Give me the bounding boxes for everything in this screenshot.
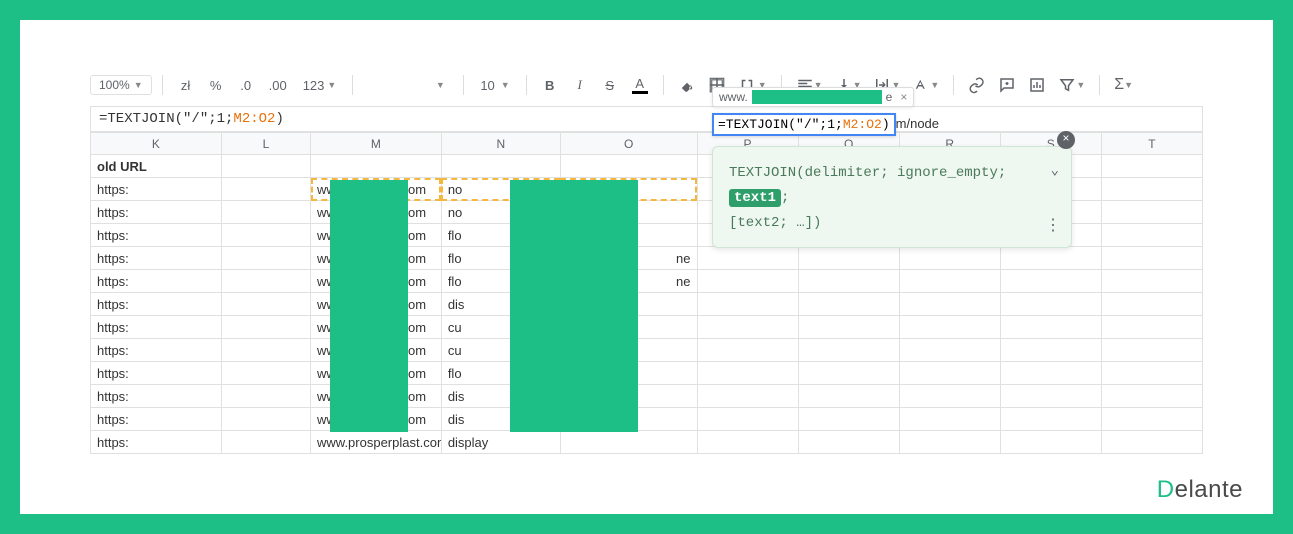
- preview-prefix: www.: [719, 90, 748, 104]
- col-header[interactable]: M: [311, 133, 442, 155]
- formula-prefix: =TEXTJOIN("/";1;: [718, 117, 843, 132]
- cell[interactable]: https:: [91, 293, 222, 316]
- font-size-dropdown[interactable]: 10 ▼: [474, 72, 515, 98]
- caret-down-icon: ▼: [327, 80, 336, 90]
- inline-formula-row: =TEXTJOIN("/";1;M2:O2) m/node: [712, 113, 1072, 136]
- cell[interactable]: https:: [91, 178, 222, 201]
- zoom-dropdown[interactable]: 100% ▼: [90, 75, 152, 95]
- col-header[interactable]: T: [1101, 133, 1202, 155]
- formula-prefix: =TEXTJOIN("/";1;: [99, 111, 233, 127]
- italic-button[interactable]: I: [567, 72, 593, 98]
- table-row[interactable]: https: www.prosperplast.comdisplay: [91, 431, 1203, 454]
- formula-range: M2:O2: [843, 117, 882, 132]
- table-row[interactable]: https:www.pxxxxxxt.comflone: [91, 247, 1203, 270]
- cell[interactable]: [560, 431, 697, 454]
- cell[interactable]: https:: [91, 201, 222, 224]
- table-row[interactable]: https:www.pxxxxxxt.comdis: [91, 408, 1203, 431]
- delante-logo: Delante: [1157, 476, 1243, 504]
- caret-down-icon: ▼: [1076, 80, 1085, 90]
- redaction-block: [752, 90, 882, 104]
- help-active-arg: text1: [729, 189, 781, 207]
- table-row[interactable]: https:www.pxxxxxxt.comcu: [91, 316, 1203, 339]
- cell[interactable]: https:: [91, 247, 222, 270]
- redaction-block: [330, 180, 408, 432]
- chevron-down-icon[interactable]: ⌄: [1051, 159, 1059, 184]
- more-formats-dropdown[interactable]: 123▼: [297, 72, 343, 98]
- cell[interactable]: https:: [91, 316, 222, 339]
- redaction-block: [510, 180, 638, 432]
- table-row[interactable]: https:www.pxxxxxxt.comcu: [91, 339, 1203, 362]
- cell[interactable]: https:: [91, 270, 222, 293]
- caret-down-icon: ▼: [134, 80, 143, 90]
- increase-decimal-button[interactable]: .00: [263, 72, 293, 98]
- col-header[interactable]: K: [91, 133, 222, 155]
- formula-suffix: ): [275, 111, 283, 127]
- formula-help-card: × TEXTJOIN(delimiter; ignore_empty; text…: [712, 146, 1072, 248]
- fill-color-button[interactable]: [674, 72, 700, 98]
- functions-button[interactable]: Σ ▼: [1110, 72, 1137, 98]
- caret-down-icon: ▼: [436, 80, 445, 90]
- cell[interactable]: https:: [91, 339, 222, 362]
- logo-rest: elante: [1175, 476, 1243, 503]
- cell[interactable]: https:: [91, 224, 222, 247]
- active-cell-editor[interactable]: =TEXTJOIN("/";1;M2:O2): [712, 113, 896, 136]
- cell[interactable]: https:: [91, 408, 222, 431]
- help-function-name: TEXTJOIN: [729, 165, 796, 181]
- zoom-value: 100%: [99, 78, 130, 92]
- close-icon[interactable]: ×: [1057, 131, 1075, 149]
- font-dropdown[interactable]: ▼: [427, 72, 453, 98]
- formula-suffix: ): [882, 117, 890, 132]
- help-signature: [text2; …]): [729, 215, 821, 231]
- range-preview-chip: www. e ×: [712, 87, 914, 107]
- paint-bucket-icon: [678, 76, 696, 94]
- table-row[interactable]: https:www.pxxxxxxt.comflo: [91, 362, 1203, 385]
- table-row[interactable]: https:www.pxxxxxxt.comdis: [91, 293, 1203, 316]
- spreadsheet-app: 100% ▼ zł % .0 .00 123▼ ▼ 10 ▼ B I S: [90, 70, 1203, 454]
- strikethrough-button[interactable]: S: [597, 72, 623, 98]
- caret-down-icon: ▼: [1124, 80, 1133, 90]
- preview-suffix: e: [886, 90, 893, 104]
- col-header[interactable]: L: [221, 133, 310, 155]
- after-formula-text: m/node: [896, 116, 939, 131]
- cell[interactable]: old URL: [91, 155, 222, 178]
- formula-range: M2:O2: [233, 111, 275, 127]
- bold-button[interactable]: B: [537, 72, 563, 98]
- table-row[interactable]: https:www.pxxxxxxt.comflone: [91, 270, 1203, 293]
- table-row[interactable]: https:www.pxxxxxxt.comdis: [91, 385, 1203, 408]
- cell[interactable]: display: [441, 431, 560, 454]
- percent-button[interactable]: %: [203, 72, 229, 98]
- currency-button[interactable]: zł: [173, 72, 199, 98]
- col-header[interactable]: N: [441, 133, 560, 155]
- help-signature: (delimiter; ignore_empty;: [796, 165, 1006, 181]
- col-header[interactable]: O: [560, 133, 697, 155]
- cell[interactable]: https:: [91, 385, 222, 408]
- help-signature: ;: [781, 190, 789, 206]
- caret-down-icon: ▼: [501, 80, 510, 90]
- close-icon[interactable]: ×: [900, 90, 907, 104]
- cell[interactable]: https:: [91, 431, 222, 454]
- logo-d: D: [1157, 476, 1175, 503]
- formula-help-popup: www. e × =TEXTJOIN("/";1;M2:O2) m/node ×…: [712, 87, 1072, 248]
- decrease-decimal-button[interactable]: .0: [233, 72, 259, 98]
- text-color-button[interactable]: A: [627, 72, 653, 98]
- cell[interactable]: www.prosperplast.com: [311, 431, 442, 454]
- more-options-icon[interactable]: ⋮: [1045, 212, 1061, 241]
- cell[interactable]: https:: [91, 362, 222, 385]
